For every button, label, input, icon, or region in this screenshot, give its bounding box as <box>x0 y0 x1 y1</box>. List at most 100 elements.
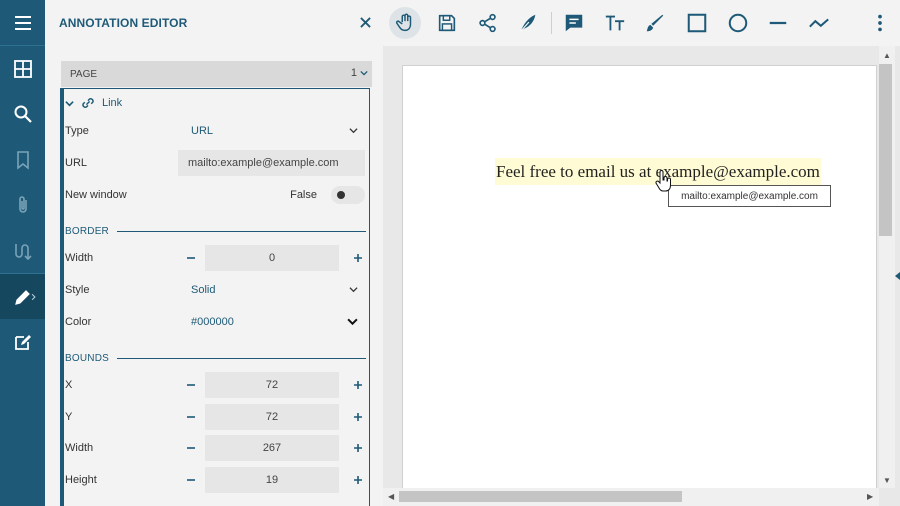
menu-icon <box>14 15 31 30</box>
bounds-width-decrement-button[interactable] <box>184 441 198 455</box>
page-number: 1 <box>350 67 357 79</box>
structure-icon <box>14 243 32 260</box>
type-row: Type URL <box>65 118 365 144</box>
more-button[interactable] <box>864 7 896 39</box>
minus-icon <box>187 384 195 386</box>
pdf-page: Feel free to email us at example@example… <box>402 65 877 506</box>
bounds-y-decrement-button[interactable] <box>184 410 198 424</box>
vertical-scroll-thumb[interactable] <box>879 64 892 236</box>
bounds-x-increment-button[interactable] <box>351 378 365 392</box>
minus-icon <box>187 416 195 418</box>
left-rail <box>0 0 45 506</box>
new-window-toggle[interactable] <box>331 186 365 204</box>
comment-icon <box>565 14 583 32</box>
circle-tool-button[interactable] <box>722 7 754 39</box>
scroll-down-icon[interactable]: ▼ <box>883 477 891 485</box>
ink-tool-button[interactable] <box>639 7 671 39</box>
section-divider <box>116 357 366 359</box>
scroll-left-icon[interactable]: ◀ <box>388 493 394 501</box>
minus-icon <box>187 447 195 449</box>
border-width-increment-button[interactable] <box>351 251 365 265</box>
vertical-scrollbar[interactable]: ▲ ▼ <box>879 46 895 488</box>
annotation-editor-button[interactable] <box>0 274 45 319</box>
border-style-row: Style Solid <box>65 277 365 303</box>
chevron-right-icon <box>31 293 36 300</box>
bounds-width-increment-button[interactable] <box>351 441 365 455</box>
close-panel-button[interactable] <box>357 14 373 30</box>
attachments-button[interactable] <box>0 182 45 227</box>
share-icon <box>479 13 496 33</box>
comment-tool-button[interactable] <box>558 7 590 39</box>
plus-icon <box>354 381 362 389</box>
close-icon <box>359 16 371 28</box>
attachment-icon <box>18 195 27 213</box>
feather-icon <box>520 14 536 32</box>
share-button[interactable] <box>472 7 504 39</box>
text-tool-button[interactable] <box>599 7 631 39</box>
toggle-knob <box>337 191 345 199</box>
bounds-height-row: Height 19 <box>65 467 365 493</box>
link-icon <box>82 98 94 108</box>
bounds-x-decrement-button[interactable] <box>184 378 198 392</box>
url-input[interactable]: mailto:example@example.com <box>178 150 365 176</box>
line-icon <box>769 21 787 25</box>
new-window-value: False <box>290 189 317 201</box>
page-group-header[interactable]: PAGE 1 <box>61 61 372 87</box>
plus-icon <box>354 444 362 452</box>
bounds-y-input[interactable]: 72 <box>205 404 339 430</box>
scroll-up-icon[interactable]: ▲ <box>883 52 891 60</box>
border-width-input[interactable]: 0 <box>205 245 339 271</box>
scroll-right-icon[interactable]: ▶ <box>867 493 873 501</box>
plus-icon <box>354 413 362 421</box>
panel-header: ANNOTATION EDITOR <box>45 0 383 46</box>
border-color-row: Color #000000 <box>65 309 365 335</box>
border-width-decrement-button[interactable] <box>184 251 198 265</box>
bounds-x-label: X <box>65 379 73 391</box>
search-icon <box>14 105 32 123</box>
signature-tool-button[interactable] <box>512 7 544 39</box>
link-tooltip: mailto:example@example.com <box>668 185 831 207</box>
polyline-tool-button[interactable] <box>803 7 835 39</box>
structure-button[interactable] <box>0 228 45 273</box>
search-button[interactable] <box>0 91 45 136</box>
chevron-down-icon <box>347 318 358 326</box>
border-color-label: Color <box>65 316 92 328</box>
bounds-height-decrement-button[interactable] <box>184 473 198 487</box>
save-button[interactable] <box>431 7 463 39</box>
chevron-down-icon <box>360 70 368 76</box>
new-window-label: New window <box>65 189 127 201</box>
square-tool-button[interactable] <box>681 7 713 39</box>
thumbnails-icon <box>13 59 32 78</box>
bookmarks-button[interactable] <box>0 137 45 182</box>
circle-icon <box>728 13 748 33</box>
bounds-height-increment-button[interactable] <box>351 473 365 487</box>
border-width-label: Width <box>65 252 94 264</box>
annotation-item-header[interactable]: Link <box>65 94 122 112</box>
bounds-y-label: Y <box>65 411 73 423</box>
page-label: PAGE <box>70 68 98 80</box>
annotation-editor-panel: ANNOTATION EDITOR PAGE 1 Link Type URL U… <box>45 0 383 506</box>
bounds-width-row: Width 267 <box>65 435 365 461</box>
horizontal-scrollbar[interactable]: ◀ ▶ <box>383 488 879 506</box>
annotation-toolbar <box>383 0 900 46</box>
bounds-section-header: BOUNDS <box>65 351 366 365</box>
chevron-down-icon <box>349 128 358 134</box>
bounds-height-input[interactable]: 19 <box>205 467 339 493</box>
bounds-y-increment-button[interactable] <box>351 410 365 424</box>
thumbnails-button[interactable] <box>0 46 45 91</box>
bounds-width-input[interactable]: 267 <box>205 435 339 461</box>
menu-button[interactable] <box>0 0 45 45</box>
line-tool-button[interactable] <box>762 7 794 39</box>
border-style-label: Style <box>65 284 90 296</box>
form-editor-button[interactable] <box>0 319 45 364</box>
type-label: Type <box>65 125 89 137</box>
horizontal-scroll-thumb[interactable] <box>399 491 682 502</box>
type-select[interactable]: URL <box>191 125 213 137</box>
side-panel-toggle[interactable] <box>895 272 900 280</box>
pan-tool-button[interactable] <box>389 7 421 39</box>
polyline-icon <box>809 18 829 28</box>
border-style-select[interactable]: Solid <box>191 284 215 296</box>
bounds-x-input[interactable]: 72 <box>205 372 339 398</box>
border-color-select[interactable]: #000000 <box>191 316 234 328</box>
more-icon <box>878 14 882 32</box>
